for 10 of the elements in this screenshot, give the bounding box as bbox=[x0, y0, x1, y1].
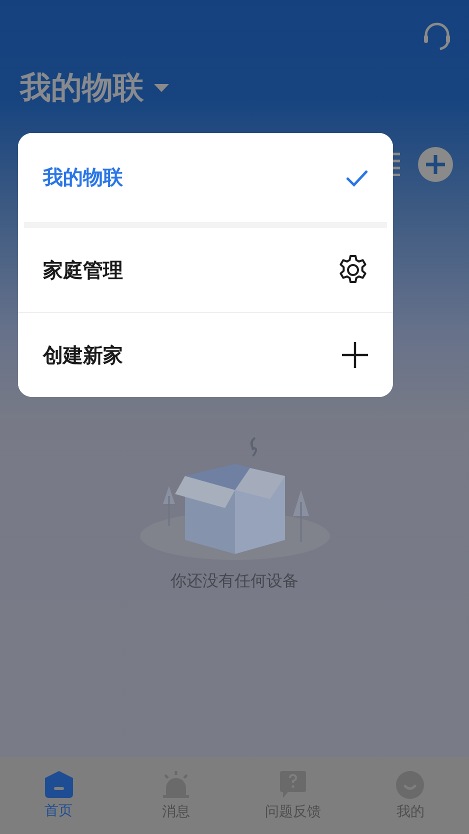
tab-bar-item[interactable]: 首页 bbox=[0, 757, 118, 834]
check-icon bbox=[345, 168, 369, 186]
headset-icon[interactable] bbox=[423, 22, 451, 52]
add-icon[interactable] bbox=[418, 146, 453, 182]
settings-icon bbox=[337, 254, 369, 286]
caret-icon[interactable] bbox=[154, 84, 169, 92]
empty-message: 你还没有任何设备 bbox=[170, 571, 298, 592]
plus-icon bbox=[341, 341, 369, 369]
home-icon bbox=[44, 771, 73, 798]
home-title: 我的物联 bbox=[20, 69, 144, 108]
